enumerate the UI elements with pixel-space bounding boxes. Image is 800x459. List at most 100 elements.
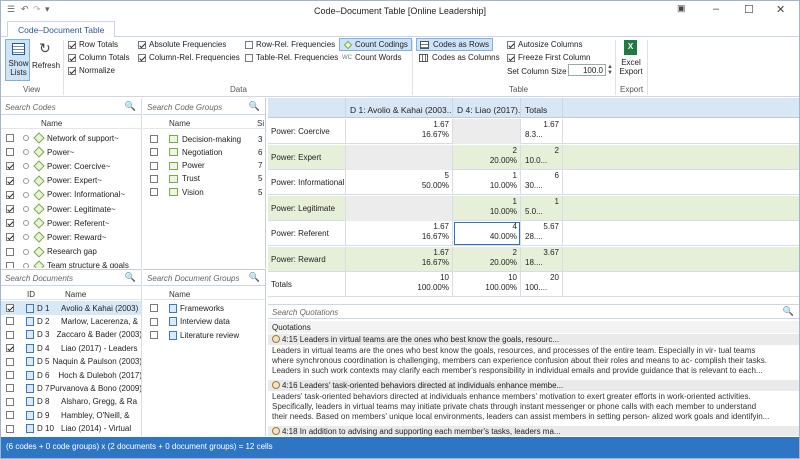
table-cell-d1[interactable] (346, 144, 453, 170)
row-label[interactable]: Power: Reward (268, 246, 346, 272)
grid-header-d4[interactable]: D 4: Liao (2017)... (453, 98, 521, 118)
maximize-icon[interactable]: ☐ (744, 3, 754, 16)
code-group-list-item[interactable]: Decision-making 3 (143, 132, 265, 146)
document-checkbox[interactable] (6, 411, 14, 420)
table-cell-tot[interactable]: 2 10.0... (521, 144, 563, 170)
table-cell-d1[interactable]: 1.67 16.67% (346, 221, 453, 246)
code-checkbox[interactable] (6, 148, 14, 157)
quotation-title[interactable]: 4:18 In addition to advising and support… (268, 426, 799, 436)
document-groups-name-header[interactable]: Name (169, 290, 190, 299)
search-quotations-input[interactable]: Search Quotations 🔍 (268, 304, 799, 319)
code-radio[interactable] (23, 191, 29, 198)
code-checkbox[interactable] (6, 134, 14, 142)
document-group-checkbox[interactable] (150, 331, 158, 339)
search-documents-input[interactable]: Search Documents 🔍 (1, 271, 141, 286)
code-list-item[interactable]: Power: Expert~ (1, 174, 141, 188)
document-checkbox[interactable] (6, 304, 14, 312)
code-list-item[interactable]: Power: Reward~ (1, 230, 141, 244)
table-cell-tot[interactable]: 1 5.0... (521, 195, 563, 221)
grid-header-totals[interactable]: Totals (521, 98, 563, 118)
normalize-checkbox[interactable]: Normalize (68, 66, 115, 75)
code-list-item[interactable]: Team structure & goals (1, 259, 141, 268)
code-radio[interactable] (23, 149, 29, 156)
document-checkbox[interactable] (6, 397, 14, 406)
refresh-button[interactable]: ↻ Refresh (32, 39, 60, 81)
codes-as-columns-button[interactable]: Codes as Columns (419, 53, 500, 62)
code-group-list-item[interactable]: Vision 5 (143, 185, 265, 199)
table-cell-d1[interactable]: 5 50.00% (346, 170, 453, 195)
code-radio[interactable] (23, 206, 29, 212)
grid-header-d1[interactable]: D 1: Avolio & Kahai (2003... (346, 98, 453, 118)
document-group-list-item[interactable]: Literature review (143, 328, 265, 342)
row-rel-frequencies-checkbox[interactable]: Row-Rel. Frequencies (245, 40, 335, 49)
code-checkbox[interactable] (6, 190, 14, 199)
code-list-item[interactable]: Power: Legitimate~ (1, 202, 141, 216)
code-groups-size-header[interactable]: Si (257, 119, 264, 128)
code-list-item[interactable]: Power: Coercive~ (1, 159, 141, 173)
table-cell-tot[interactable]: 1.67 8.3... (521, 119, 563, 144)
document-checkbox[interactable] (6, 317, 14, 326)
code-groups-name-header[interactable]: Name (169, 119, 190, 128)
table-cell-d1[interactable]: 10 100.00% (346, 272, 453, 297)
row-label[interactable]: Power: Legitimate (268, 195, 346, 221)
row-label[interactable]: Power: Coercive (268, 119, 346, 144)
code-radio[interactable] (23, 177, 29, 184)
document-group-checkbox[interactable] (150, 317, 158, 326)
code-checkbox[interactable] (6, 219, 14, 228)
code-group-list-item[interactable]: Power 7 (143, 159, 265, 173)
excel-export-button[interactable]: X Excel Export (618, 39, 644, 81)
show-lists-button[interactable]: Show Lists (5, 39, 30, 81)
column-totals-checkbox[interactable]: Column Totals (68, 53, 130, 62)
table-rel-frequencies-checkbox[interactable]: Table-Rel. Frequencies (245, 53, 338, 62)
table-cell-d1[interactable]: 1.67 16.67% (346, 119, 453, 144)
code-checkbox[interactable] (6, 176, 14, 185)
quotation-title[interactable]: 4:16 Leaders' task-oriented behaviors di… (268, 380, 799, 391)
document-checkbox[interactable] (6, 384, 14, 393)
table-cell-tot[interactable]: 3.67 18.... (521, 246, 563, 272)
code-group-checkbox[interactable] (150, 135, 158, 143)
documents-name-header[interactable]: Name (65, 290, 86, 299)
code-group-list-item[interactable]: Negotiation 6 (143, 145, 265, 159)
search-document-groups-input[interactable]: Search Document Groups 🔍 (143, 271, 265, 286)
search-codes-input[interactable]: Search Codes 🔍 (1, 100, 141, 115)
code-group-checkbox[interactable] (150, 188, 158, 197)
table-cell-d4[interactable]: 2 20.00% (453, 144, 521, 170)
document-group-list-item[interactable]: Frameworks (143, 301, 265, 315)
count-words-button[interactable]: WC Count Words (342, 53, 402, 62)
document-checkbox[interactable] (6, 357, 14, 366)
count-codings-button[interactable]: Count Codings (339, 38, 412, 51)
minimize-icon[interactable]: – (713, 3, 719, 15)
table-cell-d4[interactable]: 2 20.00% (453, 246, 521, 272)
restore-ribbon-icon[interactable]: ▣ (677, 3, 686, 14)
table-cell-d4[interactable] (453, 119, 521, 144)
document-list-item[interactable]: D 8 Alsharo, Gregg, & Ra (1, 395, 141, 409)
code-checkbox[interactable] (6, 162, 14, 171)
table-cell-tot[interactable]: 20 100.... (521, 272, 563, 297)
table-cell-d4[interactable]: 10 100.00% (453, 272, 521, 297)
document-checkbox[interactable] (6, 344, 14, 353)
documents-id-header[interactable]: ID (27, 290, 35, 299)
document-checkbox[interactable] (6, 424, 14, 433)
table-cell-d1[interactable] (346, 195, 453, 221)
table-cell-d4[interactable]: 1 10.00% (453, 170, 521, 195)
search-code-groups-input[interactable]: Search Code Groups 🔍 (143, 100, 265, 115)
column-size-input[interactable]: 100.0 (568, 64, 606, 76)
absolute-frequencies-checkbox[interactable]: Absolute Frequencies (138, 40, 226, 49)
document-list-item[interactable]: D 9 Hambley, O'Neill, & (1, 408, 141, 422)
document-list-item[interactable]: D 2 Marlow, Lacerenza, & (1, 314, 141, 328)
table-cell-d4[interactable]: 1 10.00% (453, 195, 521, 221)
code-group-checkbox[interactable] (150, 161, 158, 170)
document-checkbox[interactable] (6, 371, 14, 379)
code-radio[interactable] (23, 135, 29, 141)
code-list-item[interactable]: Research gap (1, 245, 141, 259)
code-radio[interactable] (23, 220, 29, 227)
tab-code-document-table[interactable]: Code–Document Table (7, 21, 116, 37)
code-list-item[interactable]: Network of support~ (1, 131, 141, 145)
table-cell-tot[interactable]: 6 30.... (521, 170, 563, 195)
code-radio[interactable] (23, 248, 29, 255)
table-cell-d1[interactable]: 1.67 16.67% (346, 246, 453, 272)
document-list-item[interactable]: D 1 Avolio & Kahai (2003) (1, 301, 141, 315)
row-label[interactable]: Power: Referent (268, 221, 346, 246)
table-cell-d4[interactable]: 4 40.00% (453, 221, 521, 246)
code-checkbox[interactable] (6, 233, 14, 242)
